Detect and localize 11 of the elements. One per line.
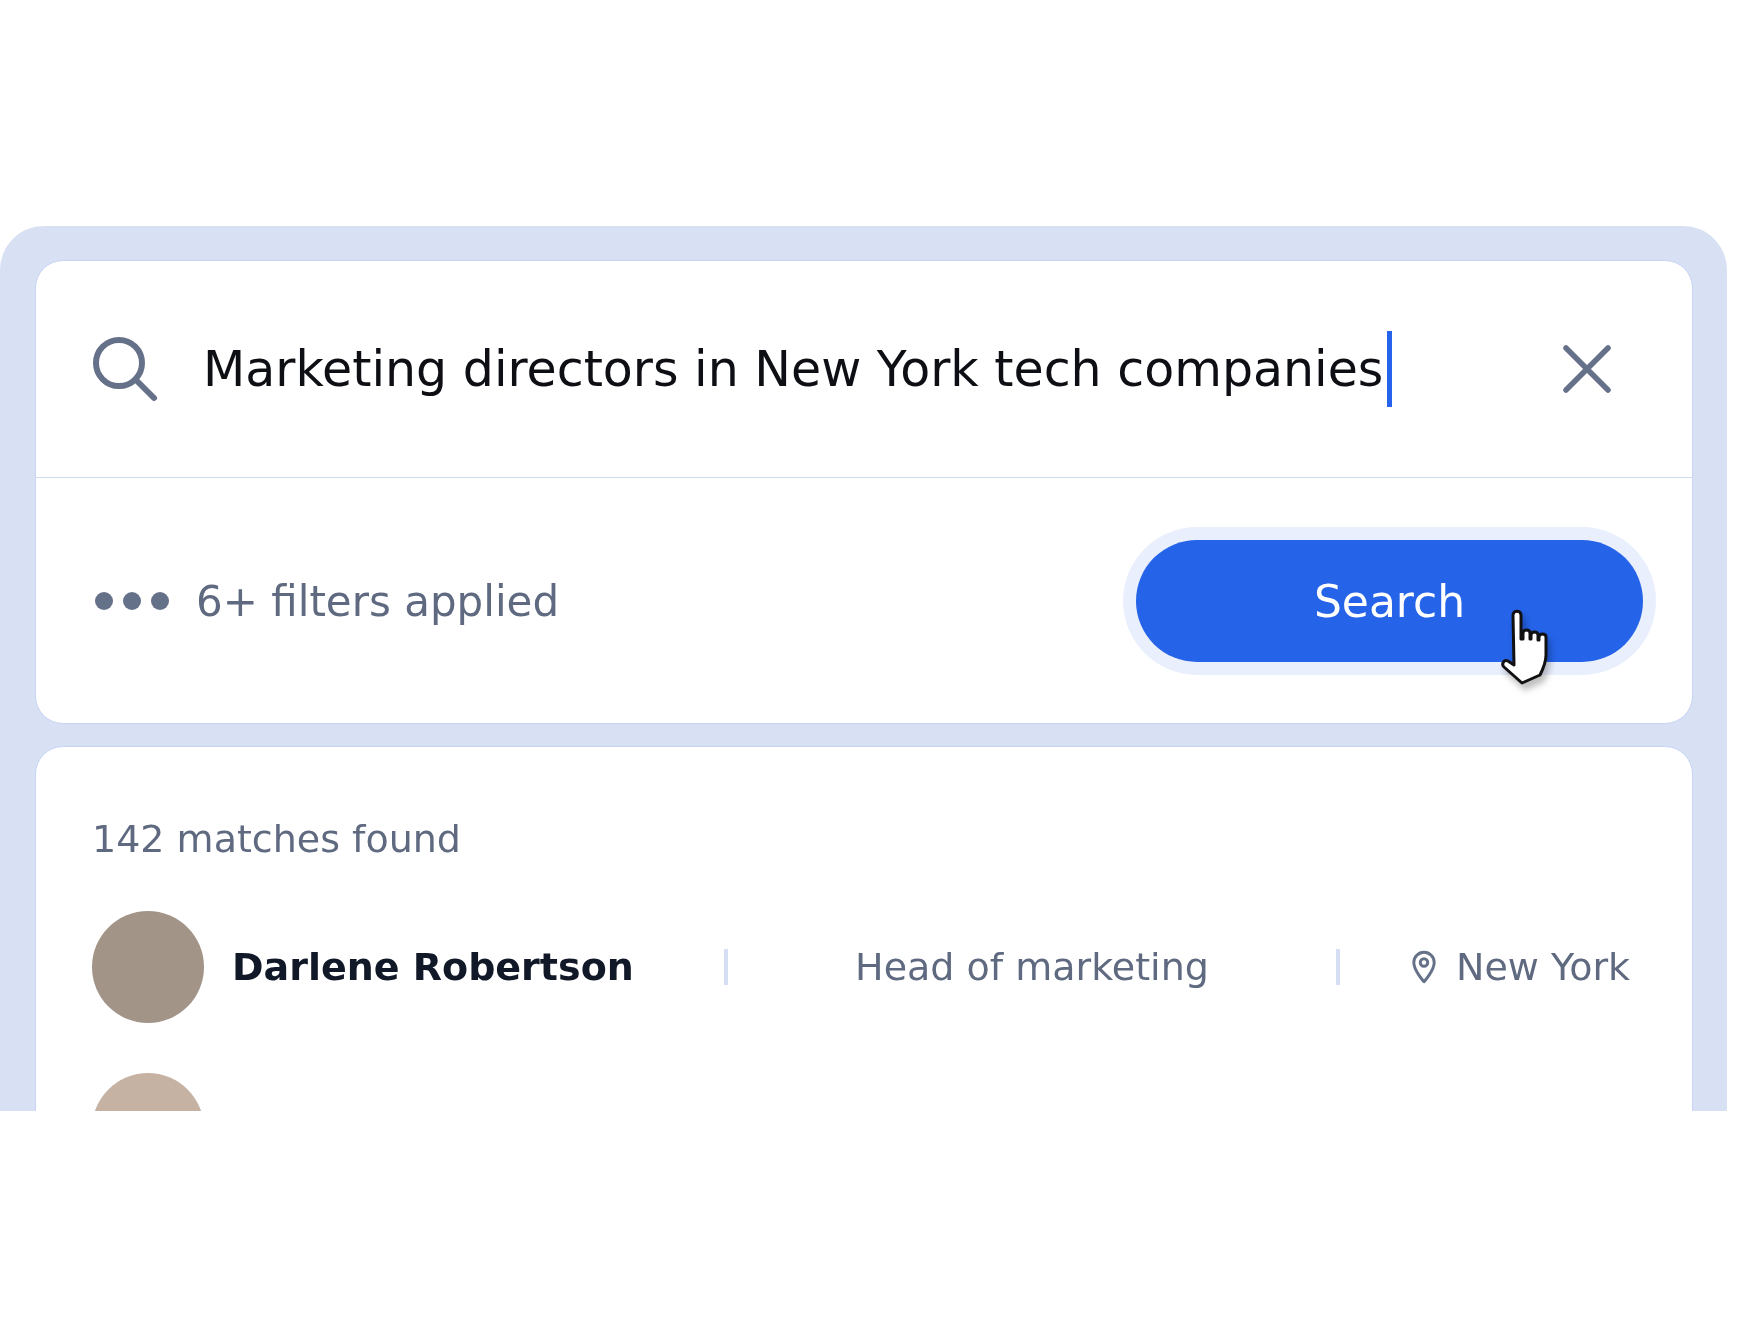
results-count: 142 matches found [92, 817, 462, 861]
close-icon[interactable] [1562, 344, 1612, 394]
more-dots-icon [94, 591, 170, 611]
search-field[interactable]: Marketing directors in New York tech companies [203, 331, 1562, 407]
job-title: Head of marketing [854, 945, 1210, 989]
location-text: New York [1456, 945, 1630, 989]
location-pin-icon [1410, 950, 1438, 984]
search-button[interactable]: Search [1136, 540, 1643, 662]
person-name: Darlene Robertson [232, 945, 635, 989]
search-icon [91, 335, 159, 403]
filters-label: 6+ filters applied [196, 576, 560, 626]
